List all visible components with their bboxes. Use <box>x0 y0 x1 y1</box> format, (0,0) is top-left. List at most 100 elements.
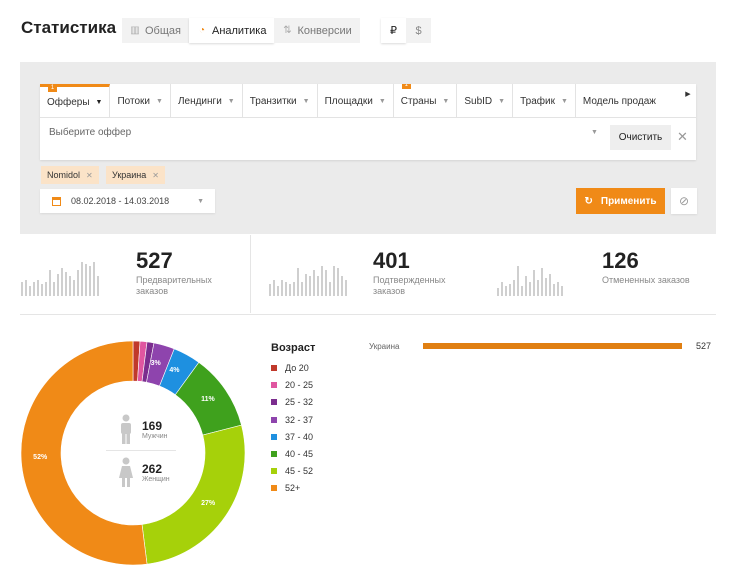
filter-tab-label: SubID <box>464 95 493 107</box>
remove-chip-icon[interactable]: ✕ <box>86 171 93 180</box>
legend-item: 25 - 32 <box>271 397 313 407</box>
legend-label: 25 - 32 <box>285 397 314 408</box>
legend-swatch <box>271 485 277 492</box>
sparkline-bar <box>501 282 503 296</box>
men-label: Мужчин <box>142 432 168 440</box>
sparkline-bar <box>61 268 63 296</box>
women-number: 262 <box>142 461 163 476</box>
sparkline-bar <box>345 280 347 296</box>
sparkline-bar <box>297 268 299 296</box>
caret-down-icon: ▼ <box>227 97 235 105</box>
stats-row: 527 Предварительных заказов 401 Подтверж… <box>20 235 716 315</box>
legend-label: 20 - 25 <box>285 380 314 391</box>
slice-label: 27% <box>201 499 216 507</box>
date-range-picker[interactable]: 08.02.2018 - 14.03.2018 ▼ <box>40 189 215 213</box>
close-icon[interactable]: ✕ <box>677 129 688 145</box>
slice-label: 11% <box>201 396 215 404</box>
sparkline-bar <box>337 268 339 296</box>
sparkline-bar <box>81 262 83 296</box>
tab-general[interactable]: ▥ Общая <box>122 18 189 43</box>
sparkline-bar <box>301 282 303 296</box>
caret-down-icon: ▼ <box>197 197 205 205</box>
filter-tab-landings[interactable]: Лендинги ▼ <box>171 84 243 117</box>
legend-swatch <box>271 468 277 475</box>
female-figure-icon <box>119 457 133 487</box>
sparkline-bar <box>89 266 91 296</box>
sparkline-bar <box>57 274 59 296</box>
women-count: 262 Женщин <box>118 457 170 487</box>
country-value: 527 <box>696 341 712 351</box>
caret-down-icon[interactable]: ▼ <box>591 129 598 136</box>
sparkline-bar <box>505 286 507 296</box>
legend-item: 20 - 25 <box>271 380 313 390</box>
legend-label: До 20 <box>285 363 309 373</box>
sparkline-bar <box>525 276 527 296</box>
apply-button[interactable]: ↻ Применить <box>576 188 665 214</box>
legend-item: 45 - 52 <box>271 466 313 476</box>
sparkline-bar <box>37 280 39 296</box>
stat-value: 401 <box>373 248 410 273</box>
sparkline-bar <box>329 282 331 296</box>
filter-tab-label: Площадки <box>324 95 373 107</box>
filter-tab-countries[interactable]: 1 Страны ▼ <box>394 84 458 117</box>
sparkline-bar <box>33 282 35 296</box>
filter-tab-offers[interactable]: 1 Офферы ▼ <box>40 84 111 117</box>
male-figure-icon <box>121 414 131 444</box>
filter-box: 1 Офферы ▼ Потоки ▼ Лендинги ▼ Транзитки… <box>40 84 696 160</box>
filter-tab-platforms[interactable]: Площадки ▼ <box>318 84 394 117</box>
sparkline-bar <box>85 264 87 296</box>
filter-tabs: 1 Офферы ▼ Потоки ▼ Лендинги ▼ Транзитки… <box>40 84 696 118</box>
sparkline-bar <box>521 286 523 296</box>
scroll-right-icon[interactable]: ▶ <box>680 84 696 117</box>
page-title: Статистика <box>21 18 117 37</box>
sparkline-bar <box>541 268 543 296</box>
sparkline-bar <box>497 288 499 296</box>
sparkline-bar <box>553 284 555 296</box>
offer-select[interactable]: Выберите оффер <box>49 127 131 138</box>
sparkline-bar <box>41 284 43 296</box>
sparkline-bar <box>317 276 319 296</box>
stat-label: Подтвержденных заказов <box>373 275 446 296</box>
donut-slice <box>141 424 246 565</box>
date-range-value: 08.02.2018 - 14.03.2018 <box>71 196 170 206</box>
stat-value: 527 <box>136 248 173 273</box>
filter-chip: Nomidol ✕ <box>41 166 99 184</box>
stat-cancelled: 126 Отмененных заказов <box>481 235 716 315</box>
clear-button[interactable]: Очистить <box>610 125 671 150</box>
sparkline-bar <box>341 276 343 296</box>
filter-count-badge: 1 <box>48 84 57 92</box>
remove-chip-icon[interactable]: ✕ <box>152 171 159 180</box>
country-name: Украина <box>369 342 400 351</box>
tab-conversions[interactable]: ⇅ Конверсии <box>274 18 360 43</box>
legend-swatch <box>271 451 277 457</box>
filter-tab-subid[interactable]: SubID ▼ <box>457 84 514 117</box>
men-number: 169 <box>142 418 163 433</box>
sparkline-bar <box>21 282 23 296</box>
legend-swatch <box>271 365 277 371</box>
legend-label: 32 - 37 <box>285 414 314 425</box>
legend-label: 37 - 40 <box>285 431 314 442</box>
legend-swatch <box>271 433 277 440</box>
legend-label: 52+ <box>285 483 301 494</box>
filter-tab-label: Трафик <box>520 95 555 107</box>
sparkline-bar <box>53 282 55 296</box>
currency-usd-button[interactable]: $ <box>406 18 431 43</box>
men-text: 169 Мужчин <box>142 419 168 440</box>
filter-tab-traffic[interactable]: Трафик ▼ <box>513 84 576 117</box>
sparkline-bar <box>557 282 559 296</box>
currency-rub-button[interactable]: ₽ <box>381 18 406 43</box>
sparkline-bar <box>273 280 275 296</box>
filter-tab-transits[interactable]: Транзитки ▼ <box>243 84 318 117</box>
caret-down-icon: ▼ <box>442 97 450 105</box>
age-donut-chart: 169 Мужчин 262 Женщин 3% 4% 11% 27% 52% <box>20 340 246 566</box>
filter-tab-sales-model[interactable]: Модель продаж <box>576 84 663 117</box>
slice-label: 4% <box>169 367 180 375</box>
filter-tab-streams[interactable]: Потоки ▼ <box>110 84 171 117</box>
tab-analytics[interactable]: ◔ Аналитика <box>188 18 275 43</box>
caret-down-icon: ▼ <box>498 97 506 105</box>
age-legend-title: Возраст <box>271 342 316 354</box>
reset-button[interactable]: ⊘ <box>671 188 697 214</box>
filter-tab-label: Модель продаж <box>582 95 656 107</box>
slice-label: 3% <box>150 359 161 367</box>
stat-confirmed: 401 Подтвержденных заказов <box>251 235 481 315</box>
